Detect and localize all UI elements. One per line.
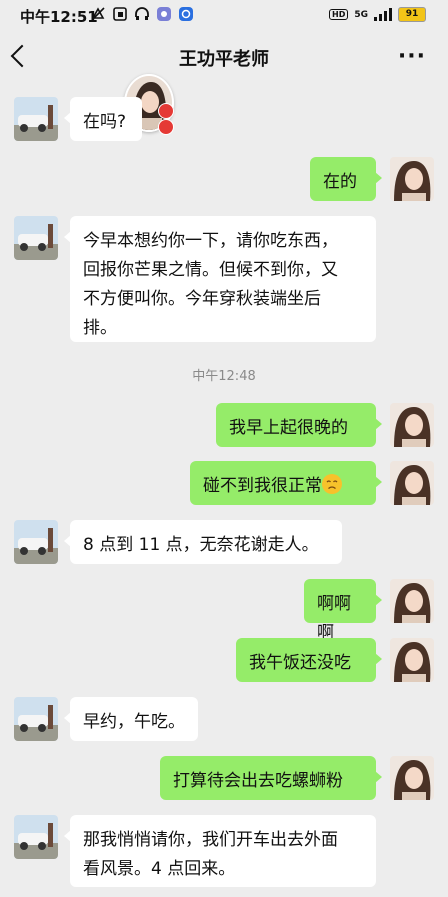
message-text: 在的 [323, 172, 357, 192]
message-text: 我午饭还没吃 [249, 653, 351, 673]
chat-title: 王功平老师 [179, 49, 269, 70]
message-bubble[interactable]: 那我悄悄请你，我们开车出去外面 看风景。4 点回来。 [64, 815, 376, 887]
status-time: 中午12:51 [20, 8, 98, 26]
contact-avatar[interactable] [14, 97, 58, 141]
message-bubble[interactable]: 打算待会出去吃螺蛳粉 [160, 756, 382, 800]
status-notification-icons [90, 6, 194, 22]
message-text: 那我悄悄请你，我们开车出去外面 看风景。4 点回来。 [83, 830, 338, 879]
incoming-message: 8 点到 11 点，无奈花谢走人。 [0, 520, 448, 564]
app-icon-blue [179, 7, 193, 21]
copy-icon [113, 7, 127, 21]
incoming-message: 那我悄悄请你，我们开车出去外面 看风景。4 点回来。 [0, 815, 448, 887]
incoming-message: 今早本想约你一下，请你吃东西， 回报你芒果之情。但候不到你，又 不方便叫你。今年… [0, 216, 448, 342]
my-avatar[interactable] [390, 638, 434, 682]
message-bubble[interactable]: 在的 [310, 157, 382, 201]
message-text: 我早上起很晚的 [229, 418, 348, 438]
my-avatar[interactable] [390, 579, 434, 623]
message-bubble[interactable]: 8 点到 11 点，无奈花谢走人。 [64, 520, 342, 564]
message-bubble[interactable]: 我午饭还没吃 [236, 638, 382, 682]
my-avatar[interactable] [390, 756, 434, 800]
chat-header: 王功平老师 ··· [0, 36, 448, 80]
message-text: 早约，午吃。 [83, 712, 185, 732]
message-timestamp: 中午12:48 [192, 369, 256, 384]
outgoing-message: 打算待会出去吃螺蛳粉 [0, 756, 448, 800]
signal-icon [374, 8, 392, 21]
contact-avatar[interactable] [14, 815, 58, 859]
my-avatar[interactable] [390, 403, 434, 447]
headphones-icon [135, 7, 149, 20]
no-notification-icon [91, 7, 105, 21]
message-bubble[interactable]: 早约，午吃。 [64, 697, 198, 741]
incoming-message: 在吗? [0, 97, 448, 141]
message-text: 打算待会出去吃螺蛳粉 [173, 771, 343, 791]
network-label: 5G [354, 9, 368, 20]
message-bubble[interactable]: 今早本想约你一下，请你吃东西， 回报你芒果之情。但候不到你，又 不方便叫你。今年… [64, 216, 376, 342]
hd-badge: HD [329, 9, 349, 20]
sad-face-emoji-icon [322, 474, 342, 494]
message-bubble[interactable]: 我早上起很晚的 [216, 403, 382, 447]
contact-avatar[interactable] [14, 216, 58, 260]
outgoing-message: 在的 [0, 157, 448, 201]
battery-icon: 91 [398, 7, 426, 22]
app-icon [157, 7, 171, 21]
message-text: 啊啊啊 [317, 594, 351, 643]
message-text: 在吗? [83, 112, 127, 132]
message-text: 今早本想约你一下，请你吃东西， 回报你芒果之情。但候不到你，又 不方便叫你。今年… [83, 231, 338, 338]
message-bubble[interactable]: 在吗? [64, 97, 142, 141]
message-text: 碰不到我很正常 [203, 476, 322, 496]
message-bubble[interactable]: 啊啊啊 [304, 579, 382, 643]
outgoing-message: 碰不到我很正常 [0, 461, 448, 505]
contact-avatar[interactable] [14, 697, 58, 741]
status-bar: 中午12:51 HD 5G 91 [0, 0, 448, 32]
incoming-message: 早约，午吃。 [0, 697, 448, 741]
my-avatar[interactable] [390, 157, 434, 201]
message-text: 8 点到 11 点，无奈花谢走人。 [83, 535, 319, 555]
status-right: HD 5G 91 [329, 7, 426, 22]
my-avatar[interactable] [390, 461, 434, 505]
outgoing-message: 啊啊啊 [0, 579, 448, 643]
contact-avatar[interactable] [14, 520, 58, 564]
more-dots-icon[interactable]: ··· [398, 44, 426, 69]
message-bubble[interactable]: 碰不到我很正常 [190, 461, 382, 505]
outgoing-message: 我午饭还没吃 [0, 638, 448, 682]
outgoing-message: 我早上起很晚的 [0, 403, 448, 447]
